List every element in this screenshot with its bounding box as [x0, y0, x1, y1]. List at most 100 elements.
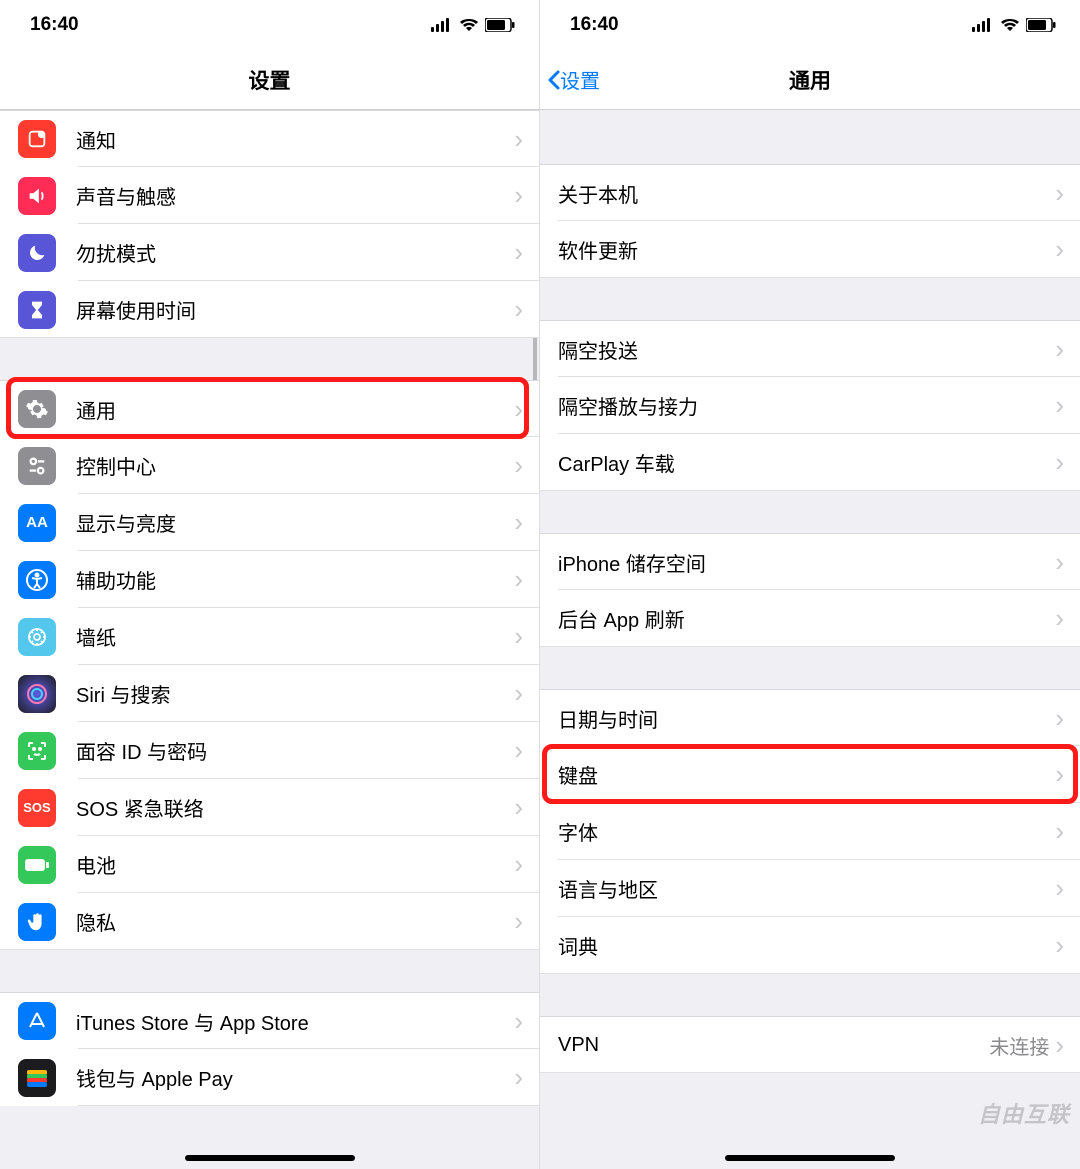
- chevron-right-icon: ›: [1055, 447, 1064, 478]
- row-label: 隔空投送: [558, 335, 1055, 364]
- row-general[interactable]: 通用 ›: [0, 380, 539, 437]
- row-label: 通用: [76, 395, 514, 424]
- row-label: 辅助功能: [76, 565, 514, 594]
- chevron-right-icon: ›: [514, 792, 523, 823]
- nav-title: 通用: [789, 65, 831, 95]
- row-sos[interactable]: SOS SOS 紧急联络 ›: [0, 779, 539, 836]
- siri-icon: [18, 675, 56, 713]
- row-notifications[interactable]: 通知 ›: [0, 110, 539, 167]
- row-screentime[interactable]: 屏幕使用时间 ›: [0, 281, 539, 338]
- row-wallet[interactable]: 钱包与 Apple Pay ›: [0, 1049, 539, 1106]
- home-indicator[interactable]: [185, 1155, 355, 1161]
- chevron-right-icon: ›: [1055, 703, 1064, 734]
- row-faceid[interactable]: 面容 ID 与密码 ›: [0, 722, 539, 779]
- chevron-right-icon: ›: [514, 124, 523, 155]
- moon-icon: [18, 234, 56, 272]
- general-list[interactable]: 关于本机› 软件更新› 隔空投送› 隔空播放与接力› CarPlay 车载› i…: [540, 110, 1080, 1169]
- battery-row-icon: [18, 846, 56, 884]
- section-gap: [0, 950, 539, 992]
- section-gap: [540, 647, 1080, 689]
- row-control-center[interactable]: 控制中心 ›: [0, 437, 539, 494]
- row-carplay[interactable]: CarPlay 车载›: [540, 434, 1080, 491]
- wallet-icon: [18, 1059, 56, 1097]
- row-siri[interactable]: Siri 与搜索 ›: [0, 665, 539, 722]
- row-label: 控制中心: [76, 451, 514, 480]
- row-airdrop[interactable]: 隔空投送›: [540, 320, 1080, 377]
- row-privacy[interactable]: 隐私 ›: [0, 893, 539, 950]
- row-label: 墙纸: [76, 622, 514, 651]
- section-gap: [0, 338, 539, 380]
- row-label: 字体: [558, 817, 1055, 846]
- row-vpn[interactable]: VPN未连接›: [540, 1016, 1080, 1073]
- row-label: Siri 与搜索: [76, 679, 514, 708]
- section-gap: [540, 974, 1080, 1016]
- faceid-icon: [18, 732, 56, 770]
- row-label: 隔空播放与接力: [558, 391, 1055, 420]
- row-label: 日期与时间: [558, 704, 1055, 733]
- row-label: 软件更新: [558, 235, 1055, 264]
- chevron-right-icon: ›: [514, 735, 523, 766]
- row-software-update[interactable]: 软件更新›: [540, 221, 1080, 278]
- back-label: 设置: [560, 65, 600, 94]
- chevron-right-icon: ›: [514, 237, 523, 268]
- status-bar: 16:40: [0, 0, 539, 50]
- chevron-right-icon: ›: [514, 294, 523, 325]
- row-label: 隐私: [76, 907, 514, 936]
- status-icons: [431, 18, 515, 32]
- aa-icon: AA: [18, 504, 56, 542]
- gear-icon: [18, 390, 56, 428]
- settings-screen: 16:40 设置 通知 › 声音与触感 › 勿扰模式 › 屏幕使用时间: [0, 0, 540, 1169]
- row-accessibility[interactable]: 辅助功能 ›: [0, 551, 539, 608]
- row-keyboard[interactable]: 键盘›: [540, 746, 1080, 803]
- chevron-right-icon: ›: [1055, 178, 1064, 209]
- chevron-right-icon: ›: [514, 564, 523, 595]
- section-gap: [540, 110, 1080, 164]
- hand-icon: [18, 903, 56, 941]
- chevron-right-icon: ›: [1055, 873, 1064, 904]
- chevron-right-icon: ›: [1055, 930, 1064, 961]
- row-date-time[interactable]: 日期与时间›: [540, 689, 1080, 746]
- row-label: 屏幕使用时间: [76, 295, 514, 324]
- row-sounds[interactable]: 声音与触感 ›: [0, 167, 539, 224]
- settings-list[interactable]: 通知 › 声音与触感 › 勿扰模式 › 屏幕使用时间 › 通用 ›: [0, 110, 539, 1169]
- wallpaper-icon: [18, 618, 56, 656]
- row-label: 语言与地区: [558, 874, 1055, 903]
- chevron-right-icon: ›: [1055, 547, 1064, 578]
- chevron-right-icon: ›: [1055, 1030, 1064, 1061]
- row-language-region[interactable]: 语言与地区›: [540, 860, 1080, 917]
- battery-icon: [485, 18, 515, 32]
- row-fonts[interactable]: 字体›: [540, 803, 1080, 860]
- row-battery[interactable]: 电池 ›: [0, 836, 539, 893]
- row-airplay[interactable]: 隔空播放与接力›: [540, 377, 1080, 434]
- row-dnd[interactable]: 勿扰模式 ›: [0, 224, 539, 281]
- hourglass-icon: [18, 291, 56, 329]
- back-button[interactable]: 设置: [546, 65, 600, 94]
- row-dictionary[interactable]: 词典›: [540, 917, 1080, 974]
- row-wallpaper[interactable]: 墙纸 ›: [0, 608, 539, 665]
- row-bg-refresh[interactable]: 后台 App 刷新›: [540, 590, 1080, 647]
- chevron-right-icon: ›: [1055, 759, 1064, 790]
- cellular-icon: [431, 18, 453, 32]
- row-label: 键盘: [558, 760, 1055, 789]
- row-itunes[interactable]: iTunes Store 与 App Store ›: [0, 992, 539, 1049]
- status-icons: [972, 18, 1056, 32]
- row-storage[interactable]: iPhone 储存空间›: [540, 533, 1080, 590]
- wifi-icon: [459, 18, 479, 32]
- chevron-right-icon: ›: [1055, 334, 1064, 365]
- chevron-right-icon: ›: [514, 1006, 523, 1037]
- chevron-right-icon: ›: [514, 507, 523, 538]
- home-indicator[interactable]: [725, 1155, 895, 1161]
- row-label: SOS 紧急联络: [76, 793, 514, 822]
- row-value: 未连接: [989, 1031, 1049, 1060]
- chevron-right-icon: ›: [514, 678, 523, 709]
- nav-bar: 设置: [0, 50, 539, 110]
- sos-icon: SOS: [18, 789, 56, 827]
- row-about[interactable]: 关于本机›: [540, 164, 1080, 221]
- nav-title: 设置: [249, 65, 291, 95]
- wifi-icon: [1000, 18, 1020, 32]
- chevron-right-icon: ›: [514, 394, 523, 425]
- row-label: 通知: [76, 125, 514, 154]
- row-display[interactable]: AA 显示与亮度 ›: [0, 494, 539, 551]
- status-bar: 16:40: [540, 0, 1080, 50]
- row-label: VPN: [558, 1034, 989, 1057]
